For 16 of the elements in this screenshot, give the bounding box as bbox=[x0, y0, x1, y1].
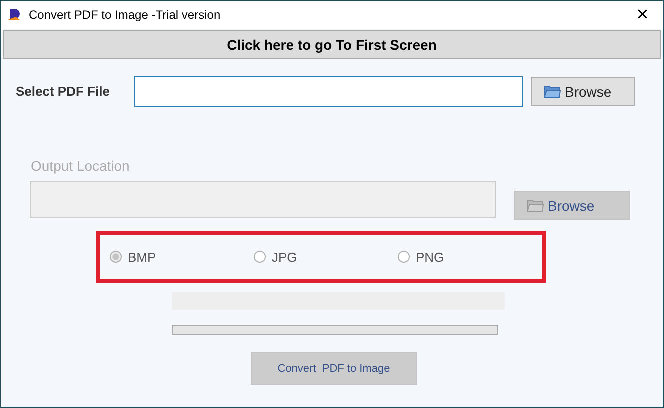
pdf-file-field[interactable] bbox=[134, 76, 523, 107]
format-radio[interactable]: PNG bbox=[398, 250, 542, 264]
browse-button[interactable]: Browse bbox=[514, 191, 630, 220]
folder-icon bbox=[527, 199, 544, 212]
app-logo-icon bbox=[7, 8, 21, 22]
browse-button[interactable]: Browse bbox=[531, 77, 635, 106]
window-title: Convert PDF to Image -Trial version bbox=[29, 8, 222, 22]
convert-button[interactable]: Convert PDF to Image bbox=[251, 352, 417, 385]
format-radio[interactable]: JPG bbox=[254, 250, 398, 264]
folder-icon bbox=[544, 85, 561, 98]
field-label: Select PDF File bbox=[16, 84, 111, 99]
output-location-field[interactable] bbox=[30, 181, 496, 218]
close-button[interactable]: ✕ bbox=[628, 5, 657, 25]
field-label: Output Location bbox=[31, 158, 131, 174]
format-radio[interactable]: BMP bbox=[110, 250, 254, 264]
first-screen-button[interactable]: Click here to go To First Screen bbox=[3, 30, 661, 59]
